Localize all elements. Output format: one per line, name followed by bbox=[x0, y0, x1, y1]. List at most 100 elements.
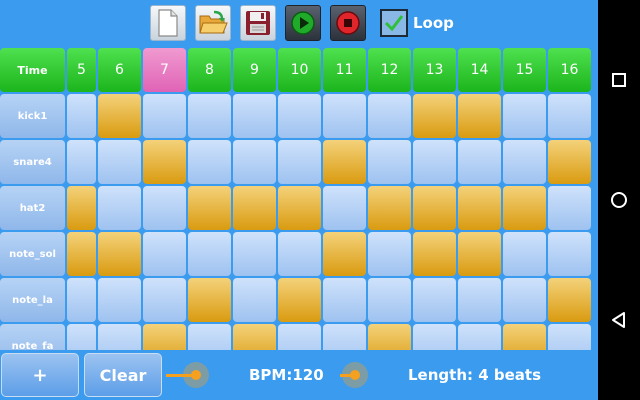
step-cell[interactable] bbox=[98, 94, 141, 138]
step-cell[interactable] bbox=[188, 232, 231, 276]
step-cell[interactable] bbox=[458, 140, 501, 184]
step-header-6[interactable]: 6 bbox=[98, 48, 141, 92]
clear-button[interactable]: Clear bbox=[84, 353, 162, 397]
step-cell[interactable] bbox=[233, 186, 276, 230]
step-cell[interactable] bbox=[458, 186, 501, 230]
step-cell[interactable] bbox=[143, 94, 186, 138]
step-cell[interactable] bbox=[503, 140, 546, 184]
step-cell[interactable] bbox=[67, 186, 96, 230]
step-cell[interactable] bbox=[67, 94, 96, 138]
step-cell[interactable] bbox=[278, 278, 321, 322]
step-cell[interactable] bbox=[368, 232, 411, 276]
step-cell[interactable] bbox=[503, 186, 546, 230]
step-cell[interactable] bbox=[413, 324, 456, 350]
save-button[interactable] bbox=[240, 5, 276, 41]
step-cell[interactable] bbox=[233, 140, 276, 184]
step-cell[interactable] bbox=[413, 94, 456, 138]
step-cell[interactable] bbox=[323, 324, 366, 350]
step-cell[interactable] bbox=[368, 140, 411, 184]
bpm-slider-thumb[interactable] bbox=[191, 370, 201, 380]
step-cell[interactable] bbox=[143, 232, 186, 276]
step-header-7[interactable]: 7 bbox=[143, 48, 186, 92]
length-slider[interactable] bbox=[340, 362, 388, 388]
step-cell[interactable] bbox=[98, 186, 141, 230]
step-cell[interactable] bbox=[188, 324, 231, 350]
step-cell[interactable] bbox=[548, 278, 591, 322]
step-cell[interactable] bbox=[98, 324, 141, 350]
step-cell[interactable] bbox=[233, 94, 276, 138]
step-cell[interactable] bbox=[323, 232, 366, 276]
step-cell[interactable] bbox=[98, 232, 141, 276]
step-cell[interactable] bbox=[143, 324, 186, 350]
step-cell[interactable] bbox=[548, 94, 591, 138]
step-cell[interactable] bbox=[458, 232, 501, 276]
step-cell[interactable] bbox=[67, 140, 96, 184]
step-cell[interactable] bbox=[67, 278, 96, 322]
add-track-button[interactable]: + bbox=[1, 353, 79, 397]
home-button[interactable] bbox=[598, 180, 640, 220]
step-cell[interactable] bbox=[188, 140, 231, 184]
step-cell[interactable] bbox=[458, 94, 501, 138]
step-cell[interactable] bbox=[188, 186, 231, 230]
step-cell[interactable] bbox=[323, 94, 366, 138]
recent-apps-button[interactable] bbox=[598, 60, 640, 100]
step-cell[interactable] bbox=[548, 186, 591, 230]
track-label-note_fa[interactable]: note_fa bbox=[0, 324, 65, 350]
step-cell[interactable] bbox=[503, 324, 546, 350]
step-cell[interactable] bbox=[278, 324, 321, 350]
step-header-10[interactable]: 10 bbox=[278, 48, 321, 92]
step-cell[interactable] bbox=[67, 324, 96, 350]
step-header-13[interactable]: 13 bbox=[413, 48, 456, 92]
track-label-note_sol[interactable]: note_sol bbox=[0, 232, 65, 276]
step-cell[interactable] bbox=[143, 140, 186, 184]
step-cell[interactable] bbox=[323, 278, 366, 322]
step-header-11[interactable]: 11 bbox=[323, 48, 366, 92]
track-label-snare4[interactable]: snare4 bbox=[0, 140, 65, 184]
step-cell[interactable] bbox=[278, 140, 321, 184]
step-cell[interactable] bbox=[278, 232, 321, 276]
step-cell[interactable] bbox=[368, 278, 411, 322]
back-button[interactable] bbox=[598, 300, 640, 340]
step-cell[interactable] bbox=[368, 186, 411, 230]
play-button[interactable] bbox=[285, 5, 321, 41]
step-cell[interactable] bbox=[548, 324, 591, 350]
step-cell[interactable] bbox=[98, 278, 141, 322]
step-cell[interactable] bbox=[143, 278, 186, 322]
step-cell[interactable] bbox=[233, 232, 276, 276]
step-cell[interactable] bbox=[458, 278, 501, 322]
track-label-kick1[interactable]: kick1 bbox=[0, 94, 65, 138]
step-cell[interactable] bbox=[98, 140, 141, 184]
step-cell[interactable] bbox=[548, 140, 591, 184]
step-cell[interactable] bbox=[503, 232, 546, 276]
step-cell[interactable] bbox=[323, 140, 366, 184]
track-label-note_la[interactable]: note_la bbox=[0, 278, 65, 322]
step-cell[interactable] bbox=[413, 278, 456, 322]
new-file-button[interactable] bbox=[150, 5, 186, 41]
step-cell[interactable] bbox=[278, 186, 321, 230]
loop-checkbox[interactable] bbox=[380, 9, 408, 37]
length-slider-thumb[interactable] bbox=[350, 370, 360, 380]
step-cell[interactable] bbox=[368, 324, 411, 350]
stop-button[interactable] bbox=[330, 5, 366, 41]
step-cell[interactable] bbox=[67, 232, 96, 276]
step-cell[interactable] bbox=[503, 94, 546, 138]
open-file-button[interactable] bbox=[195, 5, 231, 41]
step-cell[interactable] bbox=[413, 232, 456, 276]
step-cell[interactable] bbox=[413, 140, 456, 184]
step-header-9[interactable]: 9 bbox=[233, 48, 276, 92]
step-header-15[interactable]: 15 bbox=[503, 48, 546, 92]
step-cell[interactable] bbox=[278, 94, 321, 138]
step-header-14[interactable]: 14 bbox=[458, 48, 501, 92]
step-cell[interactable] bbox=[143, 186, 186, 230]
step-cell[interactable] bbox=[188, 278, 231, 322]
step-header-16[interactable]: 16 bbox=[548, 48, 591, 92]
step-cell[interactable] bbox=[233, 324, 276, 350]
step-cell[interactable] bbox=[188, 94, 231, 138]
bpm-slider[interactable] bbox=[166, 362, 214, 388]
step-cell[interactable] bbox=[458, 324, 501, 350]
track-label-hat2[interactable]: hat2 bbox=[0, 186, 65, 230]
step-cell[interactable] bbox=[413, 186, 456, 230]
step-cell[interactable] bbox=[503, 278, 546, 322]
step-cell[interactable] bbox=[548, 232, 591, 276]
step-cell[interactable] bbox=[368, 94, 411, 138]
